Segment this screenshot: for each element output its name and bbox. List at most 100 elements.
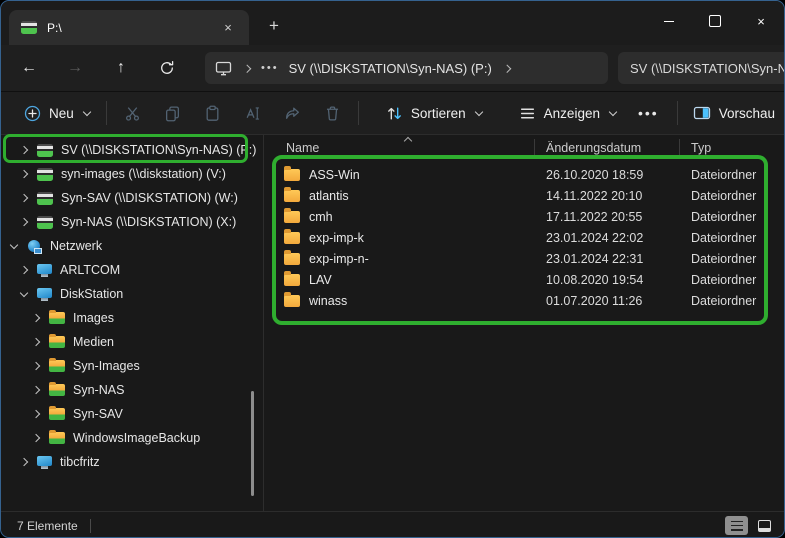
navigation-pane: SV (\\DISKSTATION\Syn-NAS) (P:) syn-imag… bbox=[1, 135, 264, 511]
tree-chevron-icon[interactable] bbox=[31, 361, 41, 371]
address-bar[interactable]: ••• SV (\\DISKSTATION\Syn-NAS) (P:) bbox=[205, 52, 608, 84]
file-row[interactable]: atlantis 14.11.2022 20:10 Dateiordner bbox=[264, 185, 784, 206]
sidebar-item-icon bbox=[37, 264, 52, 274]
tree-chevron-icon[interactable] bbox=[31, 433, 41, 443]
column-header-row: Name Änderungsdatum Typ bbox=[264, 135, 784, 161]
sidebar-item[interactable]: Syn-NAS (\\DISKSTATION) (X:) bbox=[1, 210, 263, 234]
cut-icon bbox=[124, 105, 141, 122]
sidebar-item[interactable]: Syn-SAV (\\DISKSTATION) (W:) bbox=[1, 186, 263, 210]
sidebar-item[interactable]: WindowsImageBackup bbox=[1, 426, 263, 450]
refresh-icon bbox=[159, 60, 175, 76]
file-row[interactable]: exp-imp-n- 23.01.2024 22:31 Dateiordner bbox=[264, 248, 784, 269]
tree-chevron-icon[interactable] bbox=[19, 145, 29, 155]
sidebar-item[interactable]: ARLTCOM bbox=[1, 258, 263, 282]
sidebar-item[interactable]: Syn-Images bbox=[1, 354, 263, 378]
refresh-button[interactable] bbox=[151, 52, 183, 84]
chevron-down-icon bbox=[474, 109, 483, 118]
file-row[interactable]: exp-imp-k 23.01.2024 22:02 Dateiordner bbox=[264, 227, 784, 248]
sidebar-item[interactable]: SV (\\DISKSTATION\Syn-NAS) (P:) bbox=[1, 138, 263, 162]
explorer-tab[interactable]: P:\ × bbox=[9, 10, 249, 45]
copy-button[interactable] bbox=[156, 96, 188, 130]
sidebar-item-label: Syn-SAV (\\DISKSTATION) (W:) bbox=[61, 191, 238, 205]
file-name: ASS-Win bbox=[309, 168, 360, 182]
column-header-modified[interactable]: Änderungsdatum bbox=[536, 141, 681, 155]
tree-chevron-icon[interactable] bbox=[19, 169, 29, 179]
file-type: Dateiordner bbox=[681, 231, 784, 245]
tree-chevron-icon[interactable] bbox=[31, 409, 41, 419]
file-modified-date: 01.07.2020 11:26 bbox=[536, 294, 681, 308]
file-row[interactable]: ASS-Win 26.10.2020 18:59 Dateiordner bbox=[264, 164, 784, 185]
view-button[interactable]: Anzeigen bbox=[510, 96, 626, 130]
more-options-button[interactable]: ••• bbox=[626, 105, 671, 121]
new-tab-button[interactable]: + bbox=[259, 11, 289, 41]
command-toolbar: Neu bbox=[1, 91, 784, 135]
breadcrumb-ellipsis[interactable]: ••• bbox=[261, 62, 279, 74]
sidebar-item[interactable]: Images bbox=[1, 306, 263, 330]
sidebar-scrollbar[interactable] bbox=[251, 391, 254, 496]
tab-title: P:\ bbox=[47, 21, 217, 35]
maximize-button[interactable] bbox=[692, 1, 738, 41]
column-header-name[interactable]: Name bbox=[264, 141, 536, 155]
sidebar-item[interactable]: tibcfritz bbox=[1, 450, 263, 474]
paste-button[interactable] bbox=[196, 96, 228, 130]
view-list-icon bbox=[519, 105, 536, 122]
forward-button[interactable]: → bbox=[59, 52, 91, 84]
folder-icon bbox=[284, 253, 300, 265]
close-button[interactable]: × bbox=[738, 1, 784, 41]
search-input[interactable]: SV (\\DISKSTATION\Syn-N bbox=[618, 52, 784, 84]
tree-chevron-icon[interactable] bbox=[31, 313, 41, 323]
sidebar-item-icon bbox=[37, 456, 52, 466]
rename-button[interactable] bbox=[236, 96, 268, 130]
tree-chevron-icon[interactable] bbox=[19, 217, 29, 227]
tree-chevron-icon[interactable] bbox=[9, 241, 19, 251]
sidebar-item[interactable]: Netzwerk bbox=[1, 234, 263, 258]
back-button[interactable]: ← bbox=[13, 52, 45, 84]
minimize-button[interactable] bbox=[646, 1, 692, 41]
tree-chevron-icon[interactable] bbox=[19, 193, 29, 203]
breadcrumb-chevron-icon bbox=[242, 64, 251, 73]
preview-pane-icon bbox=[693, 105, 711, 121]
tree-chevron-icon[interactable] bbox=[19, 289, 29, 299]
window-controls: × bbox=[646, 1, 784, 41]
sidebar-item[interactable]: Medien bbox=[1, 330, 263, 354]
tree-chevron-icon[interactable] bbox=[19, 457, 29, 467]
file-type: Dateiordner bbox=[681, 168, 784, 182]
new-button[interactable]: Neu bbox=[15, 96, 100, 130]
sidebar-item-label: ARLTCOM bbox=[60, 263, 120, 277]
file-type: Dateiordner bbox=[681, 294, 784, 308]
file-row[interactable]: LAV 10.08.2020 19:54 Dateiordner bbox=[264, 269, 784, 290]
sidebar-item[interactable]: Syn-SAV bbox=[1, 402, 263, 426]
sidebar-item[interactable]: DiskStation bbox=[1, 282, 263, 306]
cut-button[interactable] bbox=[117, 96, 149, 130]
sidebar-item-label: Medien bbox=[73, 335, 114, 349]
file-row[interactable]: winass 01.07.2020 11:26 Dateiordner bbox=[264, 290, 784, 311]
delete-button[interactable] bbox=[316, 96, 348, 130]
tree-chevron-icon[interactable] bbox=[31, 337, 41, 347]
up-button[interactable]: ↑ bbox=[105, 52, 137, 84]
tree-chevron-icon[interactable] bbox=[31, 385, 41, 395]
folder-icon bbox=[284, 211, 300, 223]
sidebar-item[interactable]: Syn-NAS bbox=[1, 378, 263, 402]
sidebar-item-icon bbox=[49, 312, 65, 324]
tree-chevron-icon[interactable] bbox=[19, 265, 29, 275]
column-divider[interactable] bbox=[679, 139, 680, 157]
sidebar-item-label: Syn-Images bbox=[73, 359, 140, 373]
tab-close-icon[interactable]: × bbox=[217, 17, 239, 39]
sidebar-item[interactable]: syn-images (\\diskstation) (V:) bbox=[1, 162, 263, 186]
sidebar-item-icon bbox=[49, 408, 65, 420]
large-icons-view-button[interactable] bbox=[753, 516, 776, 535]
column-divider[interactable] bbox=[534, 139, 535, 157]
breadcrumb-current-folder[interactable]: SV (\\DISKSTATION\Syn-NAS) (P:) bbox=[289, 61, 492, 76]
file-list-pane: Name Änderungsdatum Typ ASS-Win 26.10.20… bbox=[264, 135, 784, 511]
sidebar-item-icon bbox=[27, 240, 42, 253]
copy-icon bbox=[164, 105, 181, 122]
file-row[interactable]: cmh 17.11.2022 20:55 Dateiordner bbox=[264, 206, 784, 227]
details-view-button[interactable] bbox=[725, 516, 748, 535]
toolbar-divider bbox=[106, 101, 107, 125]
details-view-icon bbox=[731, 521, 743, 531]
column-header-type[interactable]: Typ bbox=[681, 141, 784, 155]
preview-button[interactable]: Vorschau bbox=[684, 96, 784, 130]
share-button[interactable] bbox=[276, 96, 308, 130]
sort-button[interactable]: Sortieren bbox=[377, 96, 492, 130]
file-modified-date: 17.11.2022 20:55 bbox=[536, 210, 681, 224]
